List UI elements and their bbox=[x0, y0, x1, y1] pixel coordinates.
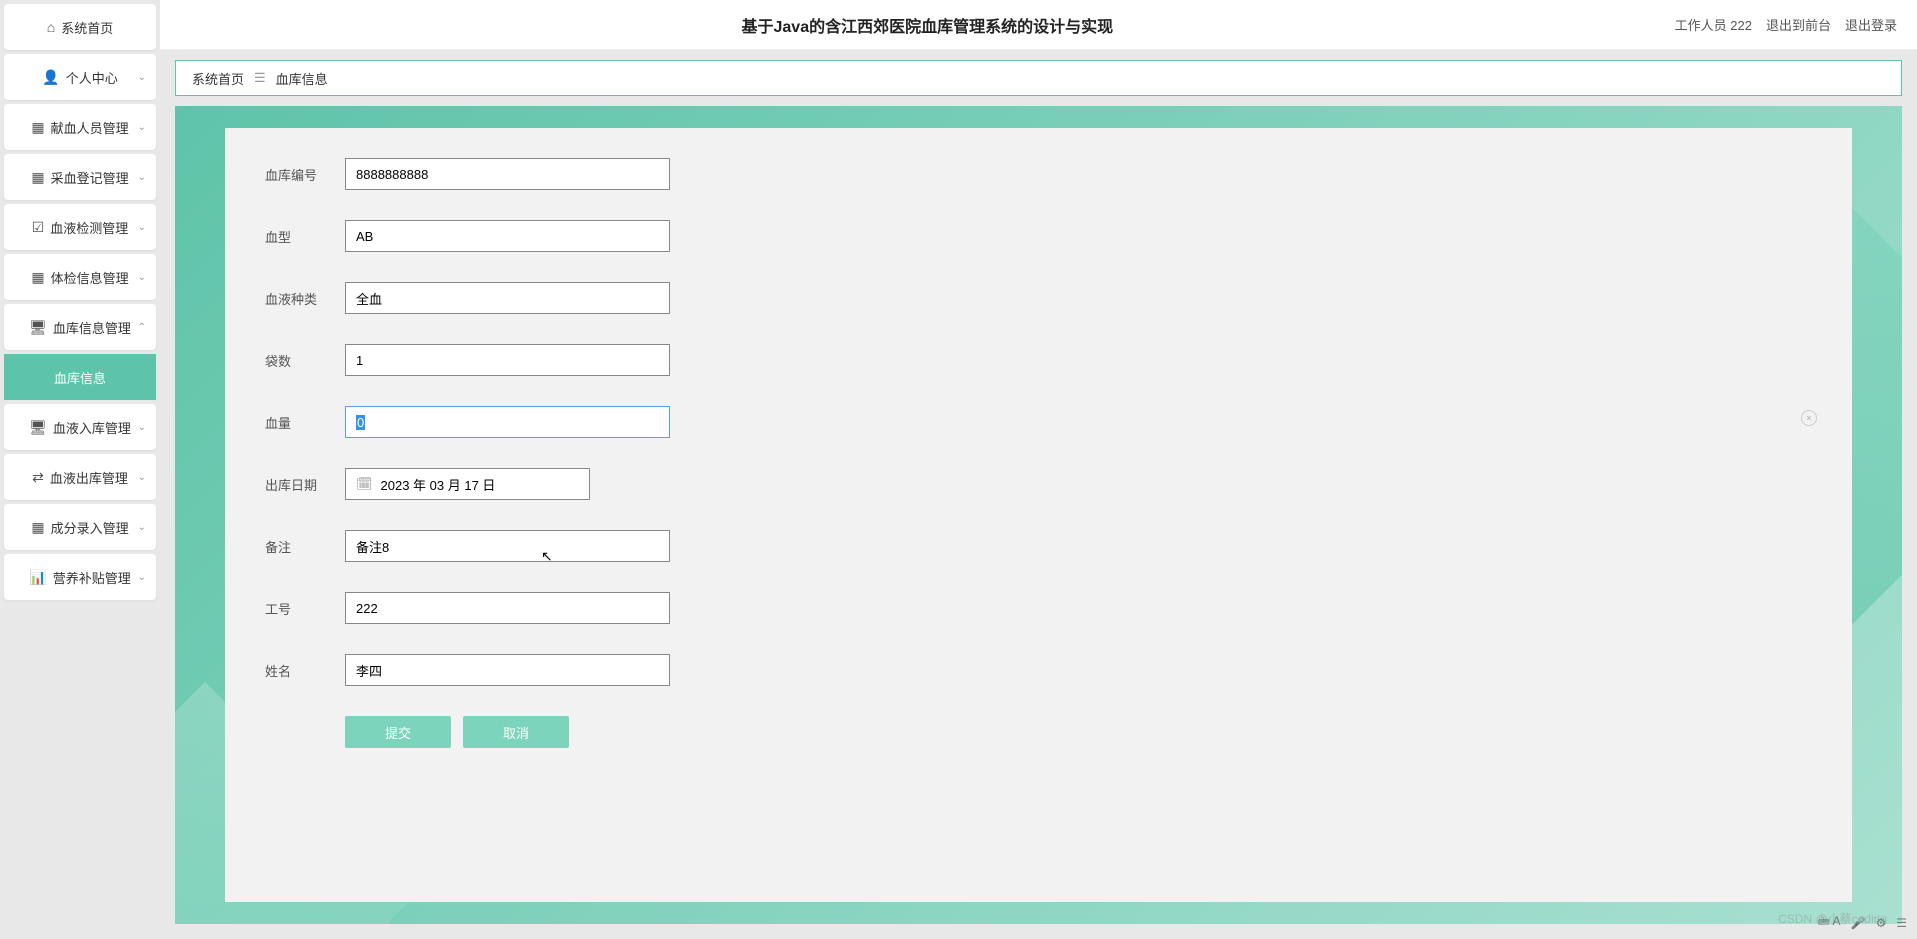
chevron-down-icon: ⌄ bbox=[138, 122, 146, 133]
sidebar-label: 血液入库管理 bbox=[53, 418, 131, 437]
exit-front-link[interactable]: 退出到前台 bbox=[1766, 15, 1831, 34]
label-out-date: 出库日期 bbox=[265, 475, 345, 494]
sidebar-item-donor[interactable]: ▦ 献血人员管理 ⌄ bbox=[4, 104, 156, 150]
input-remark[interactable] bbox=[345, 530, 670, 562]
sidebar-item-collection[interactable]: ▦ 采血登记管理 ⌄ bbox=[4, 154, 156, 200]
sidebar-label: 献血人员管理 bbox=[51, 118, 129, 137]
sidebar-label: 成分录入管理 bbox=[51, 518, 129, 537]
form-row-blood-bank-id: 血库编号 bbox=[265, 158, 1812, 190]
chevron-down-icon: ⌄ bbox=[138, 72, 146, 83]
monitor-icon: 🖥 bbox=[29, 419, 47, 436]
sidebar-label: 血库信息 bbox=[54, 368, 106, 387]
sidebar-label: 血液出库管理 bbox=[50, 468, 128, 487]
sidebar-label: 血库信息管理 bbox=[53, 318, 131, 337]
sidebar-item-bloodbank-mgmt[interactable]: 🖥 血库信息管理 ⌃ bbox=[4, 304, 156, 350]
header-right: 工作人员 222 退出到前台 退出登录 bbox=[1675, 15, 1897, 34]
user-info[interactable]: 工作人员 222 bbox=[1675, 15, 1752, 34]
ime-icon: ☰ bbox=[1896, 916, 1907, 930]
form-buttons: 提交 取消 bbox=[345, 716, 1812, 748]
ime-icon: 🎤 bbox=[1851, 916, 1866, 930]
chevron-down-icon: ⌄ bbox=[138, 222, 146, 233]
input-bag-count[interactable] bbox=[345, 344, 670, 376]
breadcrumb-separator-icon: ☰ bbox=[254, 70, 266, 86]
label-blood-category: 血液种类 bbox=[265, 289, 345, 308]
input-staff-id[interactable] bbox=[345, 592, 670, 624]
form-row-name: 姓名 bbox=[265, 654, 1812, 686]
sidebar-item-component[interactable]: ▦ 成分录入管理 ⌄ bbox=[4, 504, 156, 550]
submit-button[interactable]: 提交 bbox=[345, 716, 451, 748]
label-blood-bank-id: 血库编号 bbox=[265, 165, 345, 184]
sidebar-label: 个人中心 bbox=[66, 68, 118, 87]
form-row-blood-volume: 血量 0 bbox=[265, 406, 1812, 438]
sidebar-label: 体检信息管理 bbox=[51, 268, 129, 287]
sidebar-label: 营养补贴管理 bbox=[53, 568, 131, 587]
grid-icon: ▦ bbox=[31, 169, 44, 186]
input-blood-bank-id[interactable] bbox=[345, 158, 670, 190]
exchange-icon: ⇄ bbox=[32, 469, 44, 486]
sidebar-item-bloodbank-info[interactable]: 血库信息 bbox=[4, 354, 156, 400]
chevron-up-icon: ⌃ bbox=[138, 322, 146, 333]
main-area: 基于Java的含江西郊医院血库管理系统的设计与实现 工作人员 222 退出到前台… bbox=[160, 0, 1917, 939]
input-name[interactable] bbox=[345, 654, 670, 686]
ime-icon: ⚙ bbox=[1875, 916, 1886, 930]
collapse-icon[interactable]: × bbox=[1801, 410, 1817, 426]
label-remark: 备注 bbox=[265, 537, 345, 556]
sidebar-label: 系统首页 bbox=[61, 18, 113, 37]
chevron-down-icon: ⌄ bbox=[138, 572, 146, 583]
form-row-out-date: 出库日期 🗓 2023 年 03 月 17 日 bbox=[265, 468, 1812, 500]
label-name: 姓名 bbox=[265, 661, 345, 680]
sidebar-label: 采血登记管理 bbox=[51, 168, 129, 187]
cancel-button[interactable]: 取消 bbox=[463, 716, 569, 748]
form-row-blood-type: 血型 bbox=[265, 220, 1812, 252]
sidebar-item-detection[interactable]: ☑ 血液检测管理 ⌄ bbox=[4, 204, 156, 250]
form-row-staff-id: 工号 bbox=[265, 592, 1812, 624]
header: 基于Java的含江西郊医院血库管理系统的设计与实现 工作人员 222 退出到前台… bbox=[160, 0, 1917, 50]
breadcrumb-current: 血库信息 bbox=[276, 69, 328, 88]
label-staff-id: 工号 bbox=[265, 599, 345, 618]
input-out-date[interactable]: 🗓 2023 年 03 月 17 日 bbox=[345, 468, 590, 500]
form-row-remark: 备注 bbox=[265, 530, 1812, 562]
input-blood-type[interactable] bbox=[345, 220, 670, 252]
sidebar-item-blood-in[interactable]: 🖥 血液入库管理 ⌄ bbox=[4, 404, 156, 450]
input-blood-volume[interactable]: 0 bbox=[345, 406, 670, 438]
content-area: × 血库编号 血型 血液种类 袋数 血量 bbox=[175, 106, 1902, 924]
sidebar-item-subsidy[interactable]: 📊 营养补贴管理 ⌄ bbox=[4, 554, 156, 600]
form-panel: × 血库编号 血型 血液种类 袋数 血量 bbox=[225, 128, 1852, 902]
chevron-down-icon: ⌄ bbox=[138, 422, 146, 433]
form-row-bag-count: 袋数 bbox=[265, 344, 1812, 376]
sidebar-item-blood-out[interactable]: ⇄ 血液出库管理 ⌄ bbox=[4, 454, 156, 500]
page-title: 基于Java的含江西郊医院血库管理系统的设计与实现 bbox=[180, 13, 1675, 37]
label-blood-type: 血型 bbox=[265, 227, 345, 246]
ime-icon: 🖮 A bbox=[1818, 912, 1841, 933]
sidebar-item-home[interactable]: ⌂ 系统首页 bbox=[4, 4, 156, 50]
sidebar: ⌂ 系统首页 👤 个人中心 ⌄ ▦ 献血人员管理 ⌄ ▦ 采血登记管理 ⌄ ☑ … bbox=[0, 0, 160, 939]
check-icon: ☑ bbox=[32, 219, 45, 236]
taskbar-ime: 🖮 A 🎤 ⚙ ☰ bbox=[1818, 912, 1907, 933]
sidebar-label: 血液检测管理 bbox=[50, 218, 128, 237]
calendar-icon: 🗓 bbox=[356, 476, 373, 492]
label-bag-count: 袋数 bbox=[265, 351, 345, 370]
home-icon: ⌂ bbox=[47, 19, 55, 35]
grid-icon: ▦ bbox=[31, 519, 44, 536]
chevron-down-icon: ⌄ bbox=[138, 522, 146, 533]
sidebar-item-physical[interactable]: ▦ 体检信息管理 ⌄ bbox=[4, 254, 156, 300]
chart-icon: 📊 bbox=[29, 569, 46, 586]
chevron-down-icon: ⌄ bbox=[138, 172, 146, 183]
input-blood-category[interactable] bbox=[345, 282, 670, 314]
chevron-down-icon: ⌄ bbox=[138, 272, 146, 283]
label-blood-volume: 血量 bbox=[265, 413, 345, 432]
logout-link[interactable]: 退出登录 bbox=[1845, 15, 1897, 34]
breadcrumb: 系统首页 ☰ 血库信息 bbox=[175, 60, 1902, 96]
person-icon: 👤 bbox=[42, 69, 59, 86]
breadcrumb-home[interactable]: 系统首页 bbox=[192, 69, 244, 88]
form-row-blood-category: 血液种类 bbox=[265, 282, 1812, 314]
grid-icon: ▦ bbox=[31, 269, 44, 286]
grid-icon: ▦ bbox=[31, 119, 44, 136]
sidebar-item-personal[interactable]: 👤 个人中心 ⌄ bbox=[4, 54, 156, 100]
chevron-down-icon: ⌄ bbox=[138, 472, 146, 483]
monitor-icon: 🖥 bbox=[29, 319, 47, 336]
